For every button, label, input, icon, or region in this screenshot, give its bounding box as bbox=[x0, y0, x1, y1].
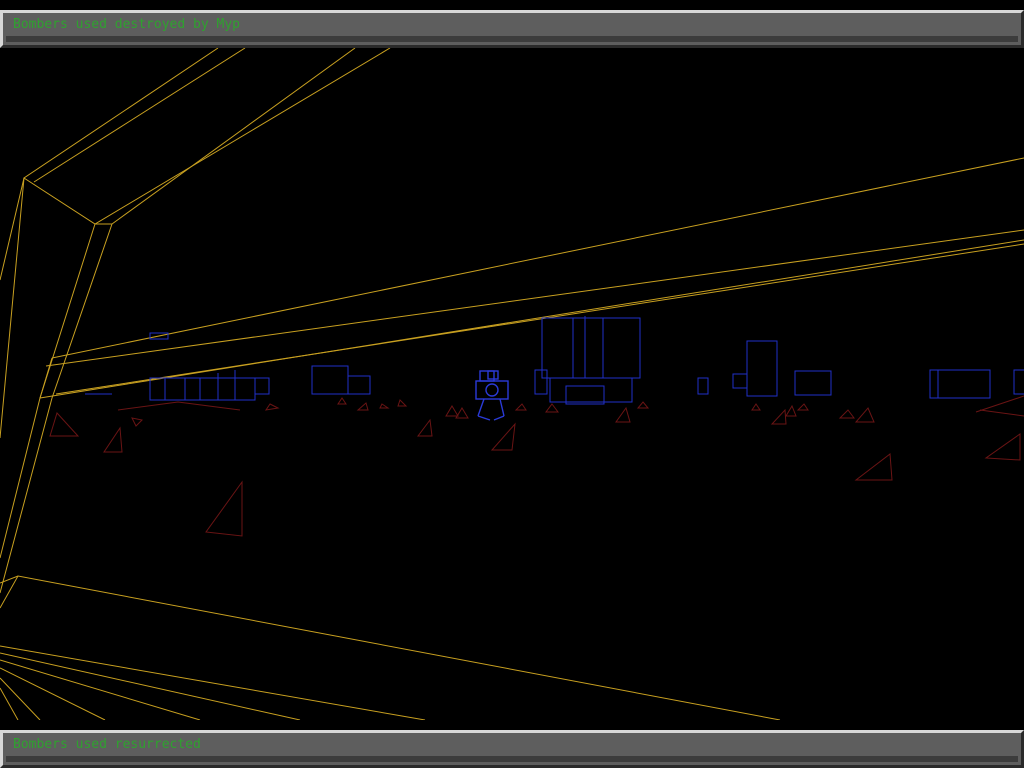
game-screen: Bombers used destroyed by Myp Bombers us… bbox=[0, 0, 1024, 768]
wireframe-scene bbox=[0, 48, 1024, 720]
bottom-message-text: Bombers used resurrected bbox=[13, 737, 201, 752]
bottom-message-bar: Bombers used resurrected bbox=[0, 730, 1024, 768]
game-viewport[interactable] bbox=[0, 48, 1024, 720]
bottom-bar-shade bbox=[6, 756, 1018, 762]
scene-background bbox=[0, 48, 1024, 720]
top-message-text: Bombers used destroyed by Myp bbox=[13, 17, 240, 32]
top-message-bar: Bombers used destroyed by Myp bbox=[0, 10, 1024, 48]
top-bar-shade bbox=[6, 36, 1018, 42]
